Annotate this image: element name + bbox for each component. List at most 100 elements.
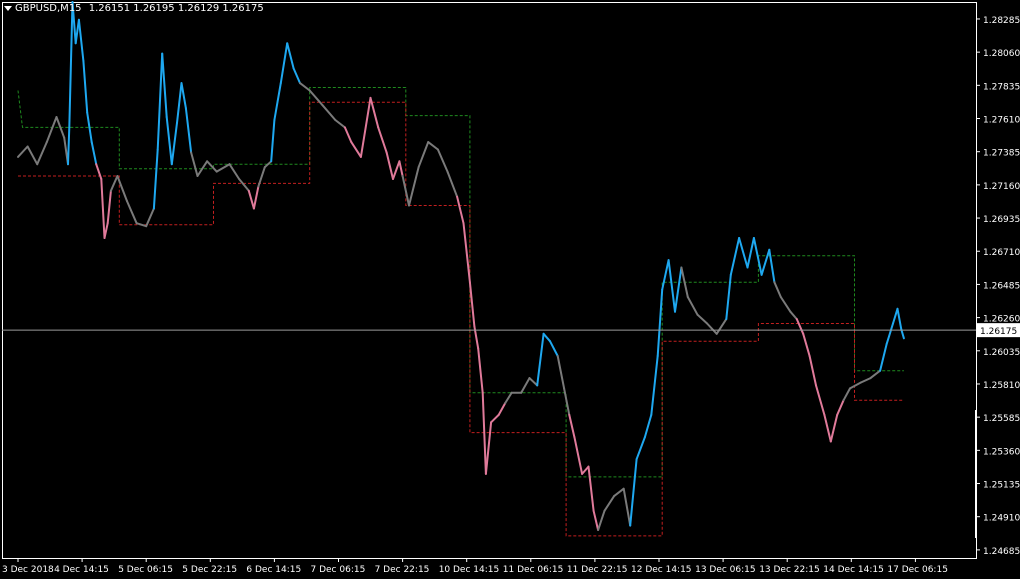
price-segment (795, 318, 805, 335)
price-segment (849, 381, 862, 390)
price-segment (581, 465, 590, 475)
price-segment (484, 421, 493, 475)
price-segment (667, 259, 676, 313)
price-segment (779, 296, 792, 313)
price-segment (490, 413, 500, 424)
price-segment (385, 151, 394, 180)
price-tick-label: 1.26485 (983, 281, 1020, 291)
price-tick-label: 1.24685 (983, 547, 1020, 557)
price-segment (680, 266, 689, 298)
price-segment (563, 387, 571, 416)
price-segment (635, 436, 646, 461)
price-segment (436, 148, 449, 173)
price-segment (161, 52, 168, 118)
price-segment (392, 160, 401, 180)
low-price: 1.26129 (177, 3, 220, 14)
price-segment (67, 126, 71, 166)
price-segment (165, 116, 173, 166)
plot-frame (2, 2, 977, 559)
price-chart[interactable]: 1.28285 1.28060 1.27835 1.27610 1.27385 1.271… (0, 0, 1020, 579)
time-tick-label: 17 Dec 06:15 (887, 565, 948, 575)
price-segment (836, 399, 845, 416)
price-segment (789, 310, 798, 321)
price-segment (398, 160, 404, 177)
price-segment (17, 145, 29, 158)
chart-header: GBPUSD,M15 1.26151 1.26195 1.26129 1.261… (4, 3, 264, 15)
upper-channel-line (17, 87, 904, 478)
price-segment (536, 332, 545, 387)
price-segment (729, 237, 741, 276)
price-segment (715, 318, 728, 335)
price-segment (170, 121, 178, 166)
price-segment (321, 104, 337, 121)
price-tick-label: 1.26710 (983, 248, 1020, 258)
price-segment (568, 413, 576, 439)
time-tick-label: 7 Dec 06:15 (311, 565, 366, 575)
price-segment (206, 160, 218, 173)
price-segment (26, 145, 39, 166)
price-segment (270, 119, 276, 163)
price-segment (859, 377, 872, 384)
price-segment (68, 1, 74, 129)
scale-scroll-indicator[interactable] (975, 410, 977, 538)
price-tick-label: 1.26935 (983, 215, 1020, 225)
price-segment (308, 89, 324, 107)
price-segment (706, 322, 718, 335)
price-segment (109, 175, 119, 192)
price-segment (359, 96, 372, 158)
price-segment (879, 343, 888, 372)
close-price: 1.26175 (222, 3, 264, 14)
dropdown-arrow-icon[interactable] (4, 6, 12, 11)
price-segment (815, 384, 826, 416)
price-segment (36, 141, 48, 166)
price-segment (603, 495, 616, 512)
price-segment (520, 377, 531, 394)
price-tick-label: 1.25810 (983, 381, 1020, 391)
price-segment (286, 42, 295, 70)
time-tick-label: 13 Dec 22:15 (759, 565, 820, 575)
price-segment (334, 119, 346, 129)
price-tick-label: 1.28285 (983, 16, 1020, 26)
price-segment (773, 281, 782, 298)
price-segment (95, 163, 103, 180)
price-segment (247, 189, 255, 210)
price-segment (82, 60, 89, 114)
price-segment (343, 126, 353, 144)
time-tick-label: 4 Dec 14:15 (54, 565, 109, 575)
time-tick-label: 6 Dec 14:15 (246, 565, 301, 575)
time-tick-label: 11 Dec 22:15 (567, 565, 628, 575)
price-segment (656, 288, 664, 357)
price-segment (892, 307, 899, 325)
current-price-label: 1.26175 (980, 327, 1017, 337)
price-segment (674, 266, 683, 313)
price-segment (869, 369, 882, 380)
price-segment (299, 82, 311, 92)
price-segment (896, 307, 903, 331)
price-segment (829, 413, 839, 443)
price-segment (156, 52, 164, 151)
price-segment (477, 347, 484, 394)
price-segment (900, 328, 905, 340)
price-segment (215, 163, 231, 173)
lower-channel-line (18, 101, 904, 537)
price-segment (725, 273, 732, 321)
price-segment (613, 487, 625, 498)
price-tick-label: 1.25585 (983, 414, 1020, 424)
price-segment (152, 148, 159, 210)
price-segment (292, 67, 301, 85)
price-tick-label: 1.27835 (983, 82, 1020, 92)
price-segment (408, 166, 420, 207)
time-tick-label: 7 Dec 22:15 (375, 565, 430, 575)
price-segment (842, 387, 851, 402)
price-segment (823, 413, 832, 443)
price-segment (622, 487, 632, 527)
price-segment (504, 391, 513, 405)
price-segment (252, 185, 260, 210)
price-segment (528, 377, 539, 387)
price-segment (752, 237, 763, 276)
time-tick-label: 5 Dec 22:15 (182, 565, 237, 575)
time-tick-label: 12 Dec 14:15 (631, 565, 692, 575)
price-segment (802, 332, 811, 357)
price-segment (184, 107, 193, 154)
price-segment (481, 391, 487, 475)
